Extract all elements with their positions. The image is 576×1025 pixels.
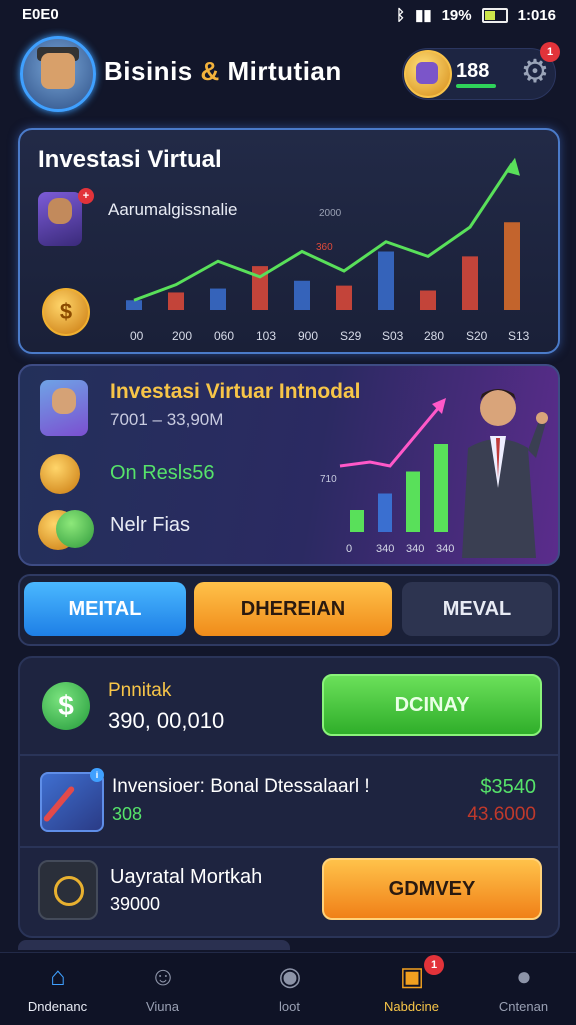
investor-avatar — [38, 192, 82, 246]
nav-label: Dndenanc — [27, 999, 88, 1014]
investment-item-value-2: 43.6000 — [467, 804, 536, 825]
nav-loot[interactable]: ◉ loot — [232, 953, 347, 1025]
investment-item-value: $3540 — [480, 776, 536, 798]
chart-tick-label: 0 — [346, 543, 352, 555]
safe-icon — [38, 860, 98, 920]
chart-bar — [350, 510, 364, 532]
green-coin-icon — [56, 510, 94, 548]
businessman-illustration — [462, 389, 548, 558]
chart-tick-label: 340 — [406, 543, 424, 555]
tab-meval[interactable]: MEVAL — [402, 582, 552, 636]
nav-label: Cntenan — [498, 999, 549, 1014]
chart-bar — [406, 471, 420, 532]
claim-button[interactable]: GDMVEY — [322, 858, 542, 920]
chart-tick-label: 00 — [130, 329, 144, 343]
divider — [20, 846, 558, 848]
tab-meital[interactable]: MEITAL — [24, 582, 186, 636]
title-amp: & — [200, 56, 220, 86]
chart-bar — [294, 280, 310, 310]
chart-bar — [420, 290, 436, 310]
nav-viuna[interactable]: ☺ Viuna — [105, 953, 220, 1025]
chart-annotation: 2000 — [319, 208, 342, 219]
promo-card[interactable]: Investasi Virtuar Intnodal 7001 – 33,90M… — [18, 364, 560, 566]
status-clock: 1:016 — [517, 6, 556, 24]
loot-icon: ◉ — [278, 961, 302, 991]
nav-nabdcine[interactable]: ▣ 1 Nabdcine — [354, 953, 469, 1025]
profile-avatar[interactable] — [20, 36, 96, 112]
coin-balance: 188 — [456, 60, 490, 82]
chart-tick-label: 200 — [172, 329, 192, 343]
chart-bar — [168, 292, 184, 310]
nav-badge: 1 — [424, 955, 444, 975]
chart-bar — [462, 256, 478, 310]
face-icon — [41, 53, 75, 89]
investment-panel: $ Pnnitak 390, 00,010 DCINAY i Invensioe… — [18, 656, 560, 938]
app-header: Bisinis & Mirtutian 188 ⚙ 1 — [0, 36, 576, 112]
tab-dhereian[interactable]: DHEREIAN — [194, 582, 392, 636]
chart-tick-label: 900 — [298, 329, 318, 343]
chart-axis-label: 710 — [320, 474, 337, 485]
next-card-edge — [18, 940, 290, 950]
nav-home[interactable]: ⌂ Dndenanc — [0, 953, 115, 1025]
status-time: E0E0 — [22, 6, 59, 23]
bottom-nav: ⌂ Dndenanc ☺ Viuna ◉ loot ▣ 1 Nabdcine ●… — [0, 952, 576, 1025]
profile-icon: ● — [516, 961, 532, 991]
status-right: ᛒ ▮▮ 19% 1:016 — [396, 6, 556, 25]
chart-bar — [336, 285, 352, 310]
signal-icon: ▮▮ — [415, 7, 432, 24]
promo-row-2: Nelr Fias — [110, 514, 191, 536]
user-group-icon: ☺ — [149, 961, 177, 991]
settings-badge: 1 — [540, 42, 560, 62]
info-icon: i — [90, 768, 104, 782]
promo-subtitle: 7001 – 33,90M — [110, 410, 224, 429]
investor-avatar — [40, 380, 88, 436]
chart-line — [133, 162, 514, 302]
chart-tick-label: S20 — [466, 329, 488, 343]
chart-tick-label: S29 — [340, 329, 362, 343]
chart-bar — [378, 493, 392, 532]
chart-bar — [504, 222, 520, 310]
profit-value: 390, 00,010 — [108, 708, 225, 733]
collect-button[interactable]: DCINAY — [322, 674, 542, 736]
chart-tick-label: 103 — [256, 329, 276, 343]
dollar-icon: $ — [42, 682, 90, 730]
investment-item-sub: 308 — [112, 804, 143, 824]
promo-row-1: On Resls56 — [110, 462, 215, 484]
nav-label: Viuna — [145, 999, 179, 1014]
investment-item-label: Invensioer: Bonal Dtessalaarl ! — [112, 776, 370, 797]
daily-value: 39000 — [110, 894, 161, 914]
gold-coins-icon — [40, 454, 80, 494]
chart-tick-label: 340 — [376, 543, 394, 555]
dollar-coin-icon: $ — [42, 288, 90, 336]
chart-bar — [210, 288, 226, 310]
title-part1: Bisinis — [104, 56, 193, 86]
chart-line — [339, 405, 442, 468]
chart-tick-label: S13 — [508, 329, 530, 343]
profit-label: Pnnitak — [108, 680, 172, 701]
daily-label: Uayratal Mortkah — [110, 866, 263, 888]
divider — [20, 754, 558, 756]
nav-cntenan[interactable]: ● Cntenan — [466, 953, 576, 1025]
nav-label: loot — [279, 999, 300, 1014]
battery-icon — [481, 7, 508, 23]
investment-card[interactable]: Investasi Virtual + Aarumalgissnalie $ 0… — [18, 128, 560, 354]
coin-progress-bar — [456, 84, 496, 88]
status-bar: E0E0 ᛒ ▮▮ 19% 1:016 — [0, 0, 576, 32]
plus-icon: + — [78, 188, 94, 204]
battery-percent: 19% — [441, 6, 472, 24]
nav-label: Nabdcine — [384, 999, 439, 1014]
chart-annotation: 360 — [316, 242, 333, 253]
chart-tick-label: S03 — [382, 329, 404, 343]
investment-chart: 00 200 060 103 900 S29 S03 280 S20 S13 2000 360 — [126, 157, 530, 343]
chart-bar — [378, 251, 394, 310]
chart-tick-label: 060 — [214, 329, 234, 343]
title-part2: Mirtutian — [227, 56, 342, 86]
app-title: Bisinis & Mirtutian — [104, 56, 342, 87]
category-tabs: MEITAL DHEREIAN MEVAL — [18, 574, 560, 646]
coin-icon — [404, 50, 452, 98]
chart-bar — [126, 300, 142, 310]
home-icon: ⌂ — [50, 961, 66, 991]
chart-tick-label: 280 — [424, 329, 444, 343]
bluetooth-icon: ᛒ — [396, 6, 406, 24]
